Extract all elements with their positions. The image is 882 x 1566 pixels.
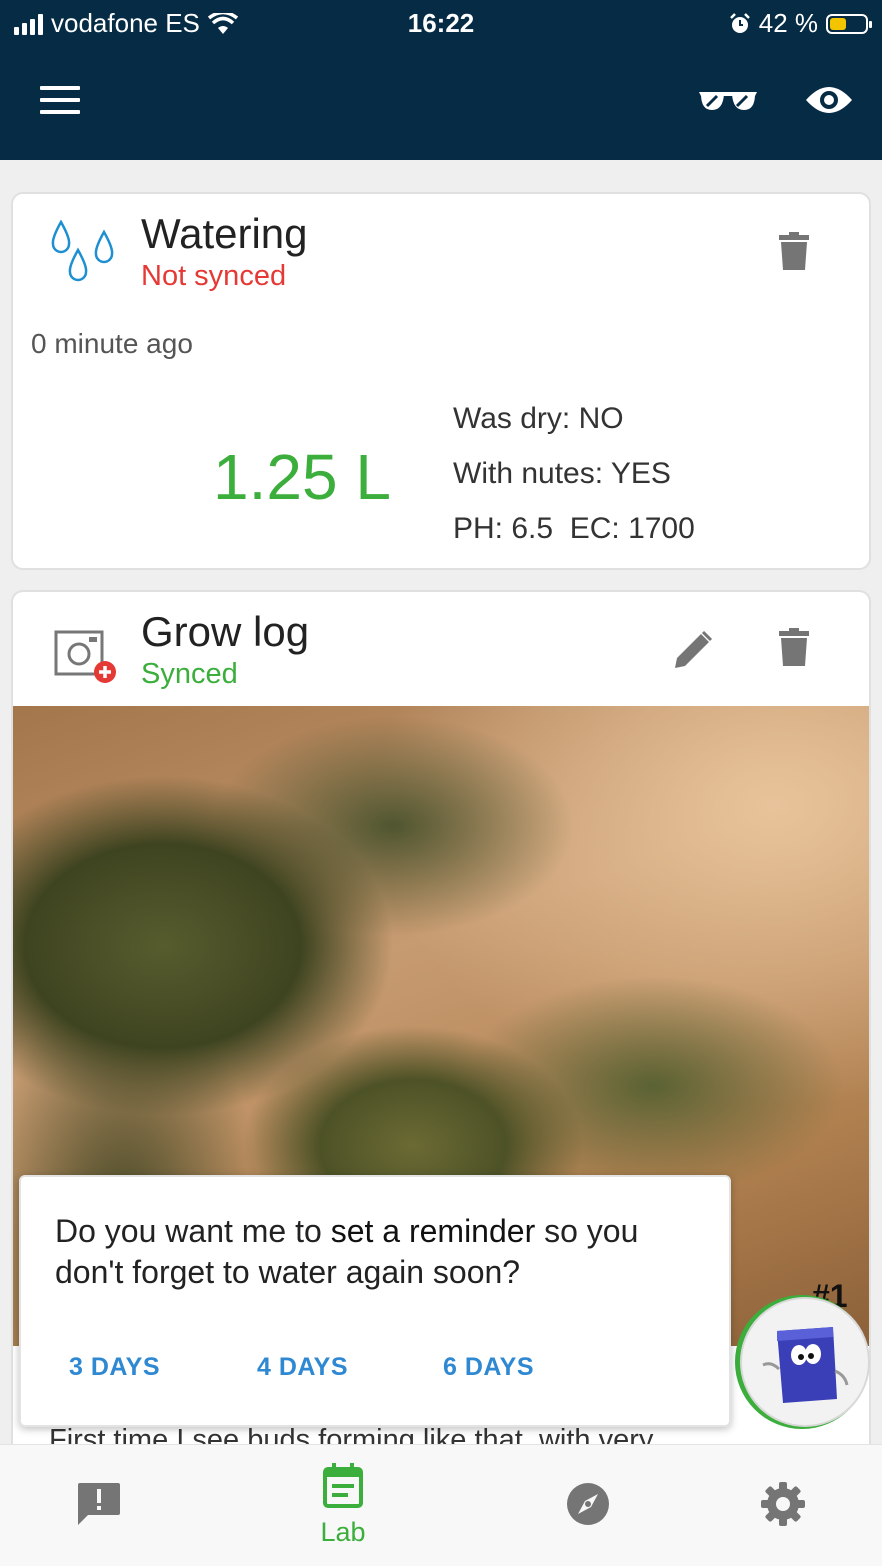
nav-explore[interactable] (565, 1481, 611, 1532)
nav-settings[interactable] (760, 1481, 806, 1532)
trash-icon[interactable] (779, 232, 809, 270)
compass-icon (567, 1483, 609, 1525)
edit-icon[interactable] (673, 630, 713, 670)
bottom-nav: Lab (0, 1444, 882, 1566)
eye-icon[interactable] (804, 82, 854, 118)
was-dry: Was dry: NO (453, 402, 624, 435)
sync-status: Synced (141, 658, 238, 690)
alert-message-icon (78, 1483, 120, 1525)
gear-icon (761, 1482, 805, 1526)
trash-icon[interactable] (779, 628, 809, 666)
time-ago: 0 minute ago (31, 328, 193, 359)
option-4-days-button[interactable]: 4 DAYS (257, 1353, 348, 1382)
sync-status: Not synced (141, 260, 287, 292)
option-3-days-button[interactable]: 3 DAYS (69, 1353, 160, 1382)
reminder-dialog: Do you want me to set a reminder so you … (19, 1175, 731, 1427)
alarm-icon (729, 12, 750, 33)
reminder-question: Do you want me to set a reminder so you … (55, 1213, 639, 1290)
option-6-days-button[interactable]: 6 DAYS (443, 1353, 534, 1382)
mascot-avatar[interactable] (733, 1293, 871, 1431)
water-drops-icon (51, 220, 114, 282)
nav-lab-label: Lab (320, 1517, 366, 1547)
app-bar (0, 48, 882, 160)
watering-card[interactable]: Watering Not synced 0 minute ago 1.25 L … (11, 192, 871, 570)
calendar-icon (323, 1463, 363, 1508)
nav-alerts[interactable] (76, 1481, 122, 1532)
battery-percent: 42 % (758, 8, 818, 38)
card-title: Watering (141, 210, 308, 257)
with-nutes: With nutes: YES (453, 457, 671, 490)
ph-ec: PH: 6.5 EC: 1700 (453, 512, 695, 545)
status-bar: vodafone ES 16:22 42 % (0, 0, 882, 48)
sunglasses-icon[interactable] (697, 88, 759, 114)
card-title: Grow log (141, 608, 310, 655)
menu-icon[interactable] (40, 86, 80, 118)
nav-lab[interactable]: Lab (304, 1463, 382, 1559)
camera-add-icon (54, 630, 116, 683)
battery-icon (826, 13, 872, 34)
water-amount: 1.25 L (213, 441, 391, 513)
